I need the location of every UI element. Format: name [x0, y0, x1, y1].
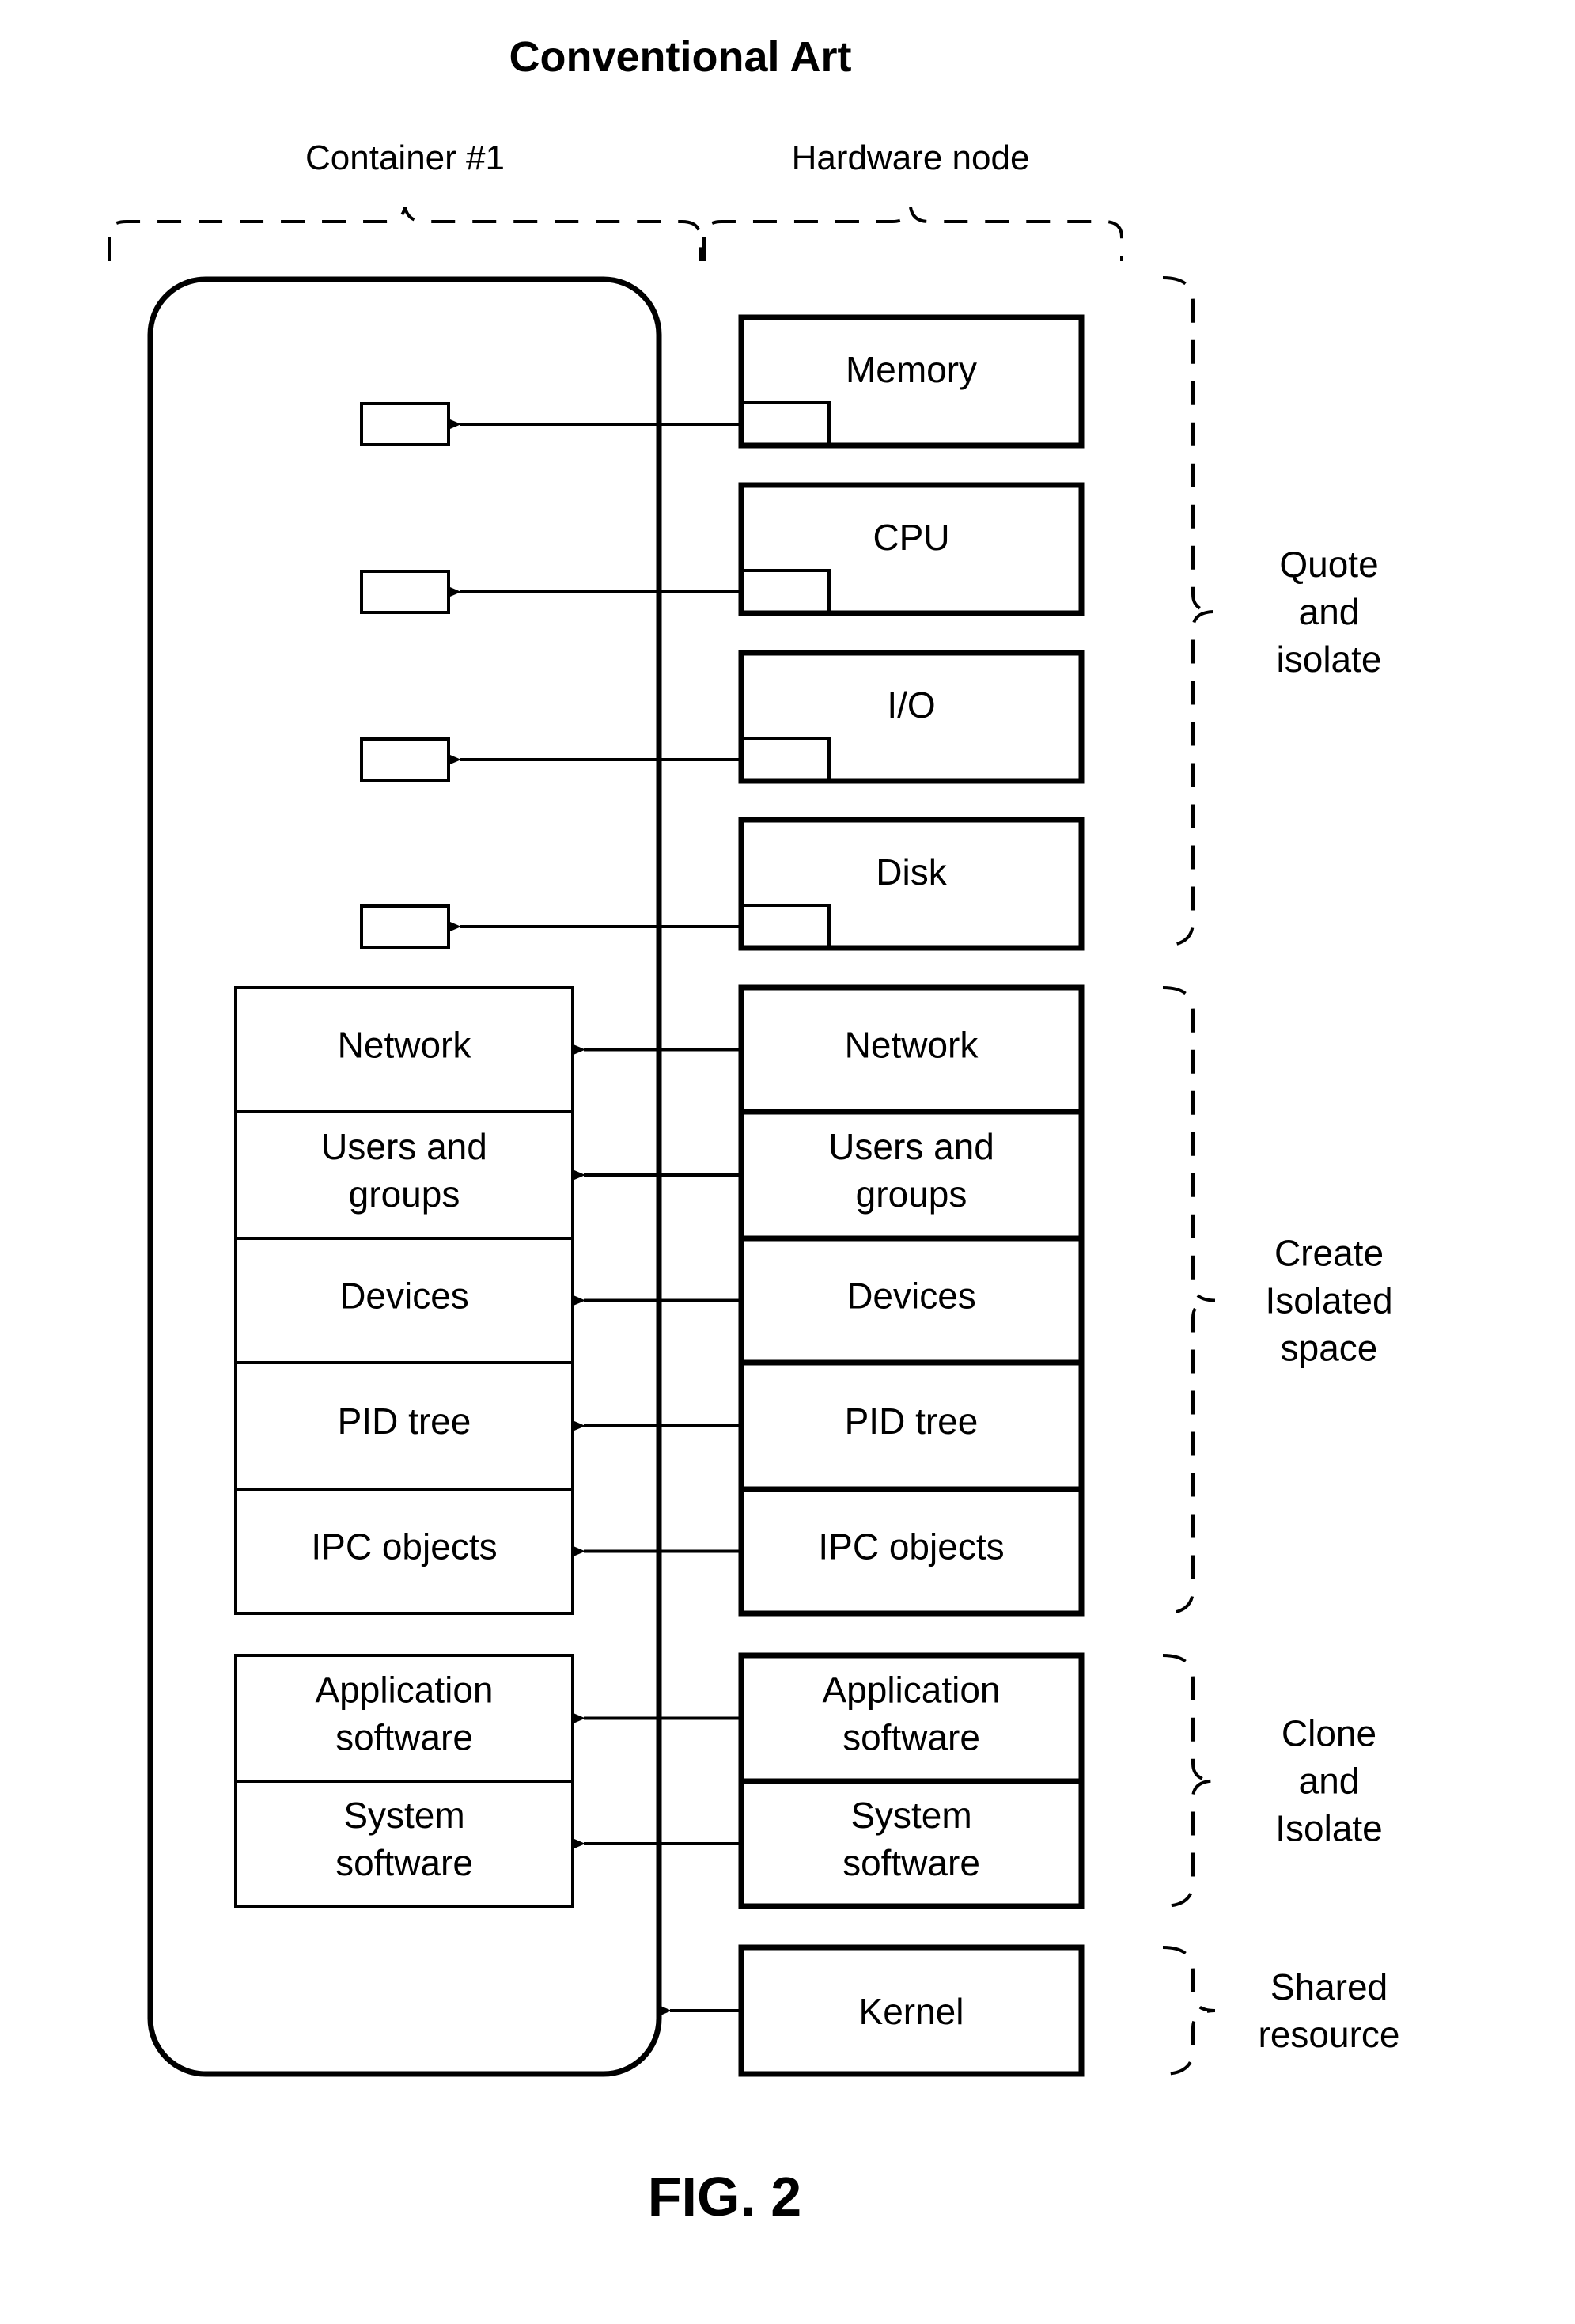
hardware-software-label: software: [842, 1842, 980, 1883]
brace-icon: [1162, 276, 1216, 947]
group-brace-0: Quote and isolate: [1162, 276, 1382, 947]
group-brace-2: Clone and Isolate: [1162, 1654, 1383, 1908]
resource-row-memory: Memory: [360, 314, 1085, 449]
brace-icon: [1162, 1946, 1216, 2076]
container-namespace-label: IPC objects: [311, 1526, 497, 1568]
resource-row-cpu: CPU: [360, 482, 1085, 616]
group-label: Isolate: [1275, 1808, 1383, 1849]
container-software-label: System: [343, 1795, 464, 1836]
group-label: isolate: [1277, 639, 1382, 680]
group-label: and: [1299, 591, 1360, 632]
group-label: Create: [1274, 1233, 1384, 1274]
hardware-namespace-label: IPC objects: [818, 1526, 1004, 1568]
group-label: Isolated: [1265, 1280, 1392, 1321]
container-namespace-label: Network: [338, 1025, 472, 1066]
container-quota-box: [360, 402, 450, 446]
kernel-label: Kernel: [859, 1991, 964, 2032]
brace-icon: [1162, 1654, 1216, 1908]
hardware-resource-label: I/O: [887, 684, 935, 726]
container-header: Container #1: [305, 138, 505, 177]
container-software-label: software: [335, 1842, 473, 1883]
container-quota-box: [360, 904, 450, 949]
resource-row-i-o: I/O: [360, 650, 1085, 784]
resource-row-disk: Disk: [360, 817, 1085, 951]
container-software-label: Application: [315, 1670, 493, 1711]
group-label: resource: [1259, 2014, 1400, 2055]
hardware-resource-label: Memory: [846, 349, 977, 390]
container-namespace-label: Users and: [321, 1126, 487, 1167]
group-label: Quote: [1279, 544, 1378, 585]
hardware-software-label: System: [850, 1795, 971, 1836]
hardware-resource-label: Disk: [876, 851, 947, 893]
kernel-row: Kernel: [661, 1944, 1085, 2077]
hardware-top-brace: [702, 207, 1123, 261]
container-namespace-label: Devices: [339, 1276, 469, 1317]
group-label: and: [1299, 1761, 1360, 1802]
diagram-canvas: Conventional Art Container #1 Hardware n…: [108, 33, 1400, 2227]
hardware-namespace-label: Devices: [846, 1276, 976, 1317]
hardware-namespace-label: PID tree: [845, 1401, 979, 1442]
group-brace-1: Create Isolated space: [1162, 986, 1393, 1615]
container-namespace-label: PID tree: [338, 1401, 471, 1442]
container-quota-box: [360, 737, 450, 782]
hardware-node-header: Hardware node: [792, 138, 1030, 177]
group-label: Clone: [1282, 1713, 1376, 1754]
hardware-software-label: Application: [822, 1670, 1000, 1711]
hardware-resource-label: CPU: [873, 517, 949, 558]
brace-icon: [1162, 986, 1216, 1615]
hardware-namespace-label: Network: [845, 1025, 979, 1066]
container-top-brace: [108, 207, 702, 261]
hardware-software-label: software: [842, 1717, 980, 1758]
hardware-namespace-label: groups: [856, 1173, 967, 1215]
container-software-label: software: [335, 1717, 473, 1758]
figure-title: Conventional Art: [509, 33, 851, 81]
hardware-namespace-label: Users and: [828, 1126, 994, 1167]
group-label: Shared: [1270, 1966, 1388, 2007]
figure-label: FIG. 2: [648, 2166, 801, 2227]
group-brace-3: Shared resource: [1162, 1946, 1400, 2076]
container-namespace-label: groups: [349, 1173, 460, 1215]
resource-rows: Memory CPU I/O Disk: [360, 314, 1085, 951]
group-braces: Quote and isolate Create Isolated space Clone a…: [1162, 276, 1400, 2076]
container-quota-box: [360, 570, 450, 614]
group-label: space: [1281, 1328, 1378, 1369]
